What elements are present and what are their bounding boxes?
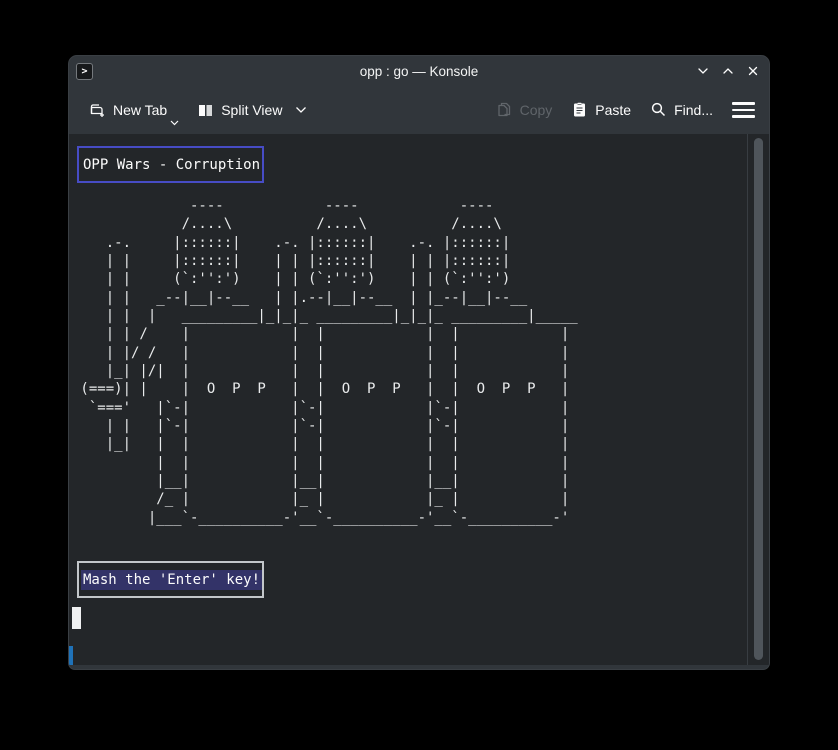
activity-indicator (69, 646, 73, 665)
new-tab-button[interactable]: New Tab (89, 102, 167, 119)
minimize-icon[interactable] (695, 63, 711, 79)
split-view-icon (197, 102, 214, 119)
close-icon[interactable] (745, 63, 761, 79)
find-label: Find... (674, 102, 713, 118)
split-view-label: Split View (221, 102, 282, 118)
paste-label: Paste (595, 102, 631, 118)
window-controls (695, 63, 761, 79)
toolbar-right-group: Copy Paste (496, 100, 755, 119)
prompt-text: Mash the 'Enter' key! (81, 570, 262, 590)
konsole-app-icon: > (76, 63, 93, 80)
copy-button[interactable]: Copy (496, 101, 553, 118)
split-view-dropdown-icon[interactable] (295, 106, 307, 114)
game-title-text: OPP Wars - Corruption (83, 157, 260, 173)
slot-machine-ascii-art: ---- ---- ---- /....\ /....\ /....\ .-. … (72, 197, 578, 527)
scrollbar-thumb[interactable] (754, 138, 763, 660)
terminal-cursor (72, 607, 81, 629)
find-button[interactable]: Find... (650, 101, 713, 118)
hamburger-icon (732, 102, 755, 104)
terminal-screen[interactable]: OPP Wars - Corruption ---- ---- ---- /..… (69, 134, 769, 665)
game-title-box: OPP Wars - Corruption (77, 146, 264, 183)
paste-button[interactable]: Paste (571, 101, 631, 118)
toolbar: New Tab Split View (69, 86, 769, 134)
new-tab-icon (89, 102, 106, 119)
copy-icon (496, 101, 513, 118)
maximize-icon[interactable] (720, 63, 736, 79)
split-view-button[interactable]: Split View (197, 102, 307, 119)
prompt-box: Mash the 'Enter' key! (77, 561, 264, 598)
paste-icon (571, 101, 588, 118)
search-icon (650, 101, 667, 118)
scrollbar[interactable] (747, 134, 767, 665)
menu-button[interactable] (732, 100, 755, 119)
konsole-window: > opp : go — Konsole New Tab (68, 55, 770, 670)
copy-label: Copy (520, 102, 553, 118)
new-tab-label: New Tab (113, 102, 167, 118)
new-tab-dropdown-icon[interactable] (170, 120, 179, 126)
window-title: opp : go — Konsole (69, 64, 769, 79)
window-titlebar[interactable]: > opp : go — Konsole (69, 56, 769, 86)
